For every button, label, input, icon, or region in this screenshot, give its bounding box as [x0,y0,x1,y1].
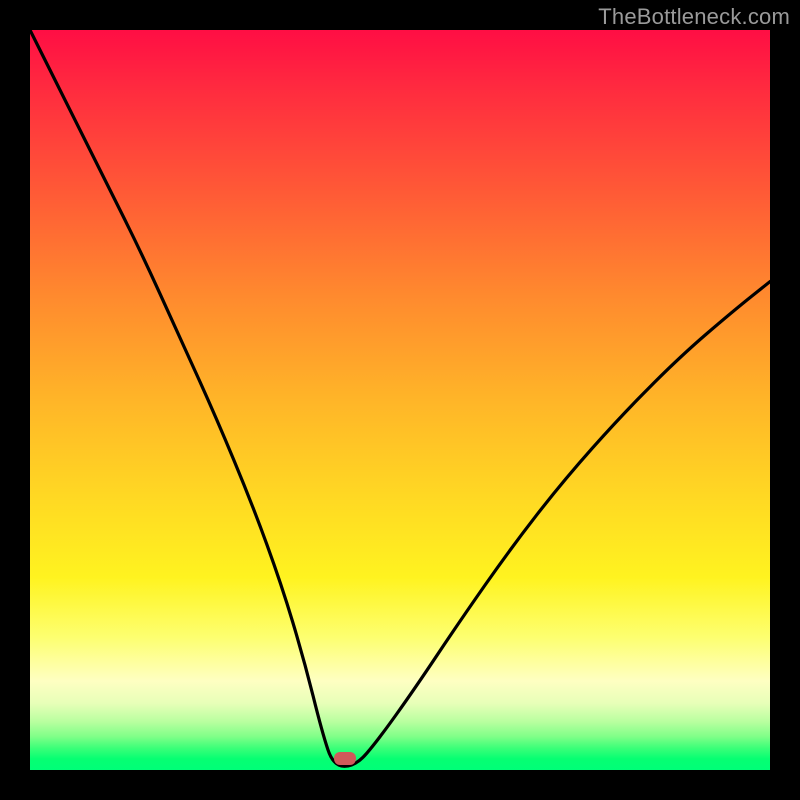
plot-area [30,30,770,770]
chart-frame: TheBottleneck.com [0,0,800,800]
watermark-text: TheBottleneck.com [598,4,790,30]
minimum-marker [334,752,356,765]
bottleneck-curve [30,30,770,770]
